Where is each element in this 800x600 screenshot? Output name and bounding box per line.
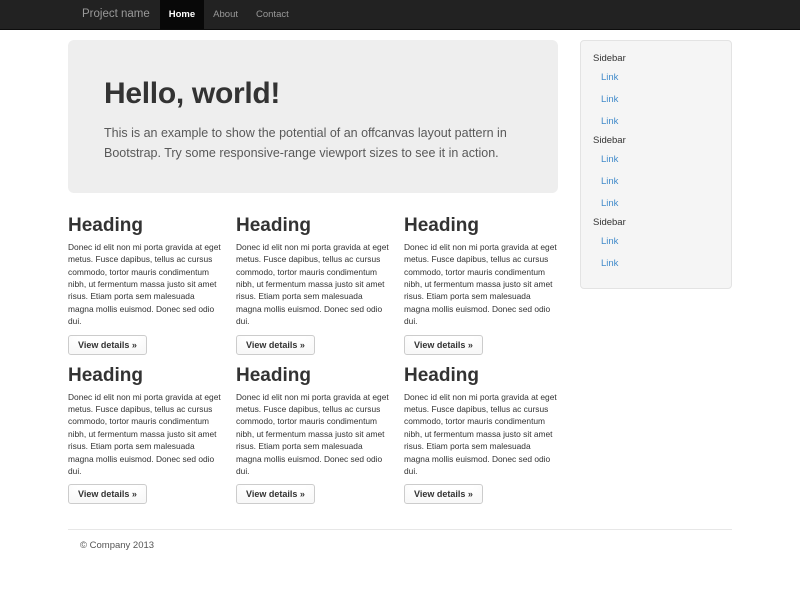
nav-item-contact: Contact — [247, 0, 298, 29]
content-row: Hello, world! This is an example to show… — [68, 40, 732, 514]
page-title: Hello, world! — [104, 76, 522, 112]
jumbotron: Hello, world! This is an example to show… — [68, 40, 558, 193]
content-card: Heading Donec id elit non mi porta gravid… — [236, 215, 390, 355]
sidebar-link[interactable]: Link — [593, 66, 719, 88]
sidebar-group-label: Sidebar — [593, 214, 719, 230]
card-body-text: Donec id elit non mi porta gravida at eg… — [68, 391, 222, 478]
cards-row-2: Heading Donec id elit non mi porta gravid… — [68, 365, 558, 505]
card-body-text: Donec id elit non mi porta gravida at eg… — [236, 241, 390, 328]
sidebar-link[interactable]: Link — [593, 110, 719, 132]
view-details-button[interactable]: View details » — [236, 335, 315, 355]
navbar-menu: HomeAboutContact — [160, 0, 298, 29]
content-card: Heading Donec id elit non mi porta gravid… — [236, 365, 390, 505]
card-body-text: Donec id elit non mi porta gravida at eg… — [236, 391, 390, 478]
copyright-text: © Company 2013 — [68, 540, 732, 551]
nav-link-contact[interactable]: Contact — [247, 0, 298, 29]
card-heading: Heading — [68, 365, 222, 387]
sidebar-link[interactable]: Link — [593, 148, 719, 170]
card-body-text: Donec id elit non mi porta gravida at eg… — [68, 241, 222, 328]
sidebar: SidebarLinkLinkLinkSidebarLinkLinkLinkSi… — [580, 40, 732, 289]
view-details-button[interactable]: View details » — [404, 484, 483, 504]
sidebar-group-label: Sidebar — [593, 132, 719, 148]
card-heading: Heading — [236, 365, 390, 387]
page-container: Hello, world! This is an example to show… — [68, 40, 732, 551]
view-details-button[interactable]: View details » — [68, 335, 147, 355]
view-details-button[interactable]: View details » — [68, 484, 147, 504]
footer-divider — [68, 529, 732, 530]
sidebar-group-label: Sidebar — [593, 50, 719, 66]
cards-row-1: Heading Donec id elit non mi porta gravid… — [68, 215, 558, 355]
content-card: Heading Donec id elit non mi porta gravid… — [404, 215, 558, 355]
navbar: Project name HomeAboutContact — [0, 0, 800, 30]
brand-link[interactable]: Project name — [68, 0, 160, 29]
view-details-button[interactable]: View details » — [404, 335, 483, 355]
sidebar-link[interactable]: Link — [593, 230, 719, 252]
nav-item-home: Home — [160, 0, 204, 29]
card-heading: Heading — [404, 215, 558, 237]
nav-item-about: About — [204, 0, 247, 29]
card-heading: Heading — [404, 365, 558, 387]
footer: © Company 2013 — [68, 529, 732, 551]
content-card: Heading Donec id elit non mi porta gravid… — [68, 215, 222, 355]
navbar-container: Project name HomeAboutContact — [68, 0, 732, 29]
sidebar-link[interactable]: Link — [593, 252, 719, 274]
card-heading: Heading — [68, 215, 222, 237]
card-body-text: Donec id elit non mi porta gravida at eg… — [404, 391, 558, 478]
card-heading: Heading — [236, 215, 390, 237]
main-content: Hello, world! This is an example to show… — [68, 40, 558, 514]
card-body-text: Donec id elit non mi porta gravida at eg… — [404, 241, 558, 328]
jumbotron-description: This is an example to show the potential… — [104, 123, 518, 163]
sidebar-link[interactable]: Link — [593, 192, 719, 214]
nav-link-about[interactable]: About — [204, 0, 247, 29]
sidebar-link[interactable]: Link — [593, 88, 719, 110]
content-card: Heading Donec id elit non mi porta gravid… — [68, 365, 222, 505]
nav-link-home[interactable]: Home — [160, 0, 204, 29]
sidebar-link[interactable]: Link — [593, 170, 719, 192]
view-details-button[interactable]: View details » — [236, 484, 315, 504]
content-card: Heading Donec id elit non mi porta gravid… — [404, 365, 558, 505]
